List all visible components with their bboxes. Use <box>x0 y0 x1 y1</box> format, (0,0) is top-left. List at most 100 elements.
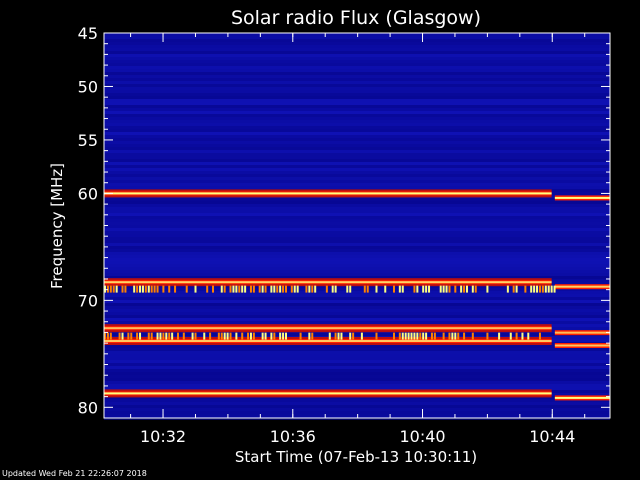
burst-mark <box>454 285 457 293</box>
burst-mark <box>136 332 139 340</box>
band-peak <box>104 281 552 284</box>
burst-mark <box>352 332 355 340</box>
burst-mark <box>311 332 314 340</box>
burst-mark <box>442 332 445 340</box>
x-tick-label: 10:44 <box>529 427 575 446</box>
y-axis-label: Frequency [MHz] <box>48 163 66 289</box>
burst-mark <box>334 285 337 293</box>
burst-mark <box>139 332 142 340</box>
y-tick-label: 50 <box>78 77 98 96</box>
spectrogram-row <box>104 45 610 48</box>
burst-mark <box>407 332 410 340</box>
burst-mark <box>284 332 287 340</box>
spectrogram-row <box>104 48 610 51</box>
burst-mark <box>413 285 416 293</box>
burst-mark <box>249 285 252 293</box>
burst-mark <box>153 285 156 293</box>
x-tick-label: 10:40 <box>399 427 445 446</box>
spectrogram-row <box>104 411 610 414</box>
spectrogram-row <box>104 360 610 363</box>
spectrogram-row <box>104 252 610 255</box>
burst-mark <box>264 332 267 340</box>
spectrogram-row <box>104 183 610 186</box>
spectrogram-row <box>104 168 610 171</box>
burst-mark <box>162 332 165 340</box>
burst-mark <box>223 332 226 340</box>
burst-mark <box>463 332 466 340</box>
burst-mark <box>486 332 489 340</box>
spectrogram-row <box>104 135 610 138</box>
spectrogram-row <box>104 120 610 123</box>
spectrogram-row <box>104 297 610 300</box>
burst-mark <box>442 285 445 293</box>
burst-mark <box>439 285 442 293</box>
burst-mark <box>194 332 197 340</box>
spectrogram-row <box>104 201 610 204</box>
burst-mark <box>463 285 466 293</box>
burst-mark <box>252 332 255 340</box>
spectrogram-row <box>104 372 610 375</box>
burst-mark <box>530 285 533 293</box>
spectrogram-row <box>104 219 610 222</box>
burst-mark <box>416 332 419 340</box>
spectrogram-row <box>104 384 610 387</box>
band-shifted-peak <box>554 331 610 334</box>
spectrogram-row <box>104 366 610 369</box>
spectrogram-row <box>104 153 610 156</box>
burst-mark <box>168 285 171 293</box>
band-shifted-peak <box>554 344 610 347</box>
burst-mark <box>241 285 244 293</box>
spectrogram-row <box>104 141 610 144</box>
burst-mark <box>185 285 188 293</box>
spectrogram-row <box>104 240 610 243</box>
spectrogram-row <box>104 198 610 201</box>
spectrogram-row <box>104 303 610 306</box>
spectrogram-row <box>104 129 610 132</box>
burst-mark <box>296 285 299 293</box>
burst-mark <box>209 332 212 340</box>
burst-mark <box>486 285 489 293</box>
spectrogram-row <box>104 312 610 315</box>
spectrogram-row <box>104 234 610 237</box>
burst-mark <box>422 332 425 340</box>
burst-mark <box>115 285 118 293</box>
burst-mark <box>384 285 387 293</box>
burst-mark <box>524 285 527 293</box>
burst-mark <box>457 332 460 340</box>
spectrogram-row <box>104 72 610 75</box>
burst-mark <box>212 285 215 293</box>
burst-mark <box>393 285 396 293</box>
burst-mark <box>305 285 308 293</box>
burst-mark <box>451 332 454 340</box>
spectrogram-row <box>104 162 610 165</box>
spectrogram-row <box>104 315 610 318</box>
burst-mark <box>182 332 185 340</box>
burst-mark <box>136 285 139 293</box>
spectrogram-row <box>104 117 610 120</box>
spectrogram-row <box>104 369 610 372</box>
burst-mark <box>203 332 206 340</box>
burst-mark <box>553 285 556 293</box>
burst-mark <box>223 285 226 293</box>
burst-mark <box>191 332 194 340</box>
burst-mark <box>393 332 396 340</box>
burst-mark <box>229 285 232 293</box>
spectrogram-row <box>104 99 610 102</box>
spectrogram-row <box>104 63 610 66</box>
spectrogram-row <box>104 216 610 219</box>
burst-mark <box>144 285 147 293</box>
spectrogram-row <box>104 180 610 183</box>
burst-mark <box>325 285 328 293</box>
burst-mark <box>419 332 422 340</box>
burst-mark <box>220 332 223 340</box>
spectrogram-row <box>104 225 610 228</box>
spectrogram-row <box>104 123 610 126</box>
band-shifted-peak <box>554 196 610 199</box>
burst-mark <box>363 285 366 293</box>
burst-mark <box>337 332 340 340</box>
burst-mark <box>168 332 171 340</box>
burst-mark <box>270 285 273 293</box>
spectrogram-row <box>104 408 610 411</box>
burst-mark <box>261 332 264 340</box>
burst-mark <box>121 285 124 293</box>
